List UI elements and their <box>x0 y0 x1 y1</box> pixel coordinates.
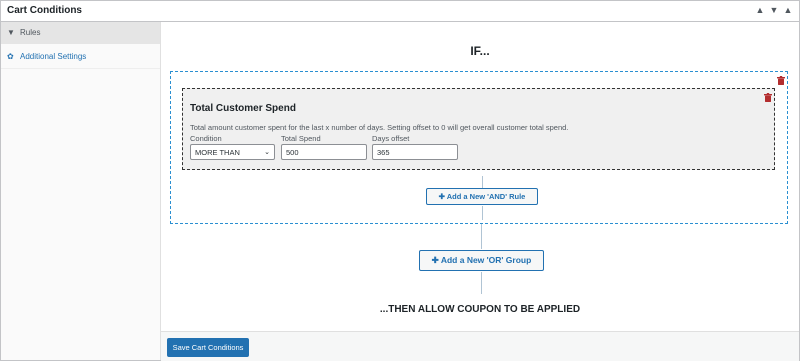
plus-icon: ✚ <box>438 192 447 201</box>
chevron-down-icon: ⌄ <box>264 149 270 156</box>
cart-conditions-panel: Cart Conditions ▲ ▼ ▲ ▼ Rules ✿ Addition… <box>0 0 800 361</box>
sidebar-item-label: Additional Settings <box>20 52 87 61</box>
rule-card: Total Customer Spend Total amount custom… <box>182 88 775 170</box>
sidebar-item-label: Rules <box>20 28 41 37</box>
connector-line <box>482 206 483 220</box>
sidebar-item-additional-settings[interactable]: ✿ Additional Settings <box>1 46 160 69</box>
sidebar-item-rules[interactable]: ▼ Rules <box>1 22 160 44</box>
sidebar: ▼ Rules ✿ Additional Settings <box>1 22 161 360</box>
days-offset-input[interactable]: 365 <box>372 144 458 160</box>
connector-line <box>481 224 482 249</box>
collapse-panel-icon[interactable]: ▲ <box>782 4 794 17</box>
plus-icon: ✚ <box>431 255 441 265</box>
panel-title: Cart Conditions <box>7 5 82 16</box>
condition-select[interactable]: MORE THAN ⌄ <box>190 144 275 160</box>
rule-description: Total amount customer spent for the last… <box>190 123 569 132</box>
add-or-group-button[interactable]: ✚ Add a New 'OR' Group <box>419 250 544 271</box>
gear-icon: ✿ <box>7 52 14 61</box>
condition-label: Condition <box>190 134 222 143</box>
delete-rule-trash-icon[interactable] <box>764 93 772 102</box>
condition-value: MORE THAN <box>195 148 240 157</box>
then-heading: ...THEN ALLOW COUPON TO BE APPLIED <box>379 304 581 315</box>
panel-header: Cart Conditions ▲ ▼ ▲ <box>1 1 799 22</box>
move-up-icon[interactable]: ▲ <box>754 4 766 17</box>
add-and-rule-button[interactable]: ✚ Add a New 'AND' Rule <box>426 188 538 205</box>
rules-main: IF... Total Customer Spend Total amount … <box>161 22 799 360</box>
delete-group-trash-icon[interactable] <box>777 76 785 85</box>
panel-footer: Save Cart Conditions <box>161 331 799 361</box>
or-group: Total Customer Spend Total amount custom… <box>170 71 788 224</box>
total-spend-input[interactable]: 500 <box>281 144 367 160</box>
save-cart-conditions-button[interactable]: Save Cart Conditions <box>167 338 249 357</box>
rule-title: Total Customer Spend <box>190 103 296 114</box>
if-heading: IF... <box>470 44 490 58</box>
filter-icon: ▼ <box>7 28 15 37</box>
move-down-icon[interactable]: ▼ <box>768 4 780 17</box>
days-offset-label: Days offset <box>372 134 410 143</box>
total-spend-label: Total Spend <box>281 134 321 143</box>
connector-line <box>481 272 482 294</box>
